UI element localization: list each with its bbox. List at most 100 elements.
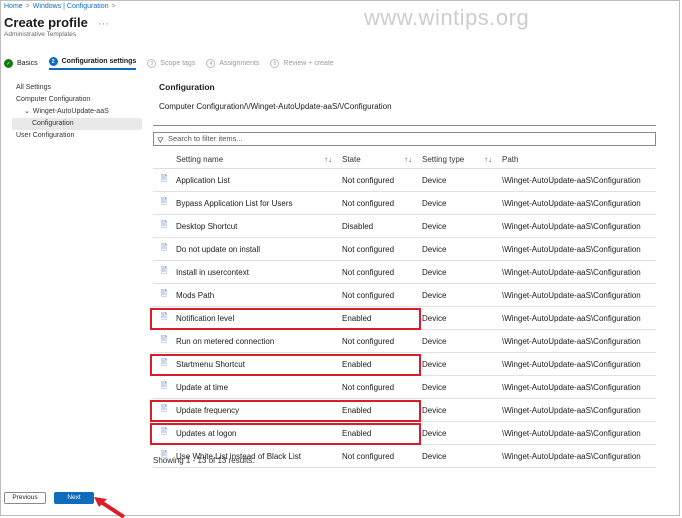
setting-name[interactable]: Application List (175, 168, 341, 192)
setting-type: Device (421, 237, 501, 261)
setting-state: Not configured (341, 283, 421, 307)
highlight-box (150, 307, 421, 330)
setting-path: \Winget-AutoUpdate-aaS\Configuration (501, 398, 656, 422)
setting-state: Disabled (341, 214, 421, 238)
pointer-arrow-icon (94, 497, 126, 518)
column-setting-type[interactable]: Setting type ↑↓ (421, 150, 501, 169)
setting-state: Not configured (341, 329, 421, 353)
highlight-box (150, 353, 421, 376)
setting-state: Not configured (341, 237, 421, 261)
sort-icon[interactable]: ↑↓ (484, 155, 492, 164)
section-title: Configuration (159, 82, 215, 92)
highlight-box (150, 399, 421, 422)
document-icon: 🖹 (153, 283, 175, 307)
sort-icon[interactable]: ↑↓ (404, 155, 412, 164)
document-icon: 🖹 (153, 375, 175, 399)
step-label: Configuration settings (61, 58, 137, 65)
table-row[interactable]: 🖹 Do not update on install Not configured D… (153, 237, 656, 261)
more-options-icon[interactable]: ··· (98, 18, 109, 30)
setting-type: Device (421, 191, 501, 215)
setting-name[interactable]: Mods Path (175, 283, 341, 307)
table-row[interactable]: 🖹 Run on metered connection Not configured… (153, 329, 656, 353)
table-row[interactable]: 🖹 Application List Not configured Device \Wi… (153, 168, 656, 192)
setting-name[interactable]: Update at time (175, 375, 341, 399)
setting-name[interactable]: Run on metered connection (175, 329, 341, 353)
watermark: www.wintips.org (364, 5, 530, 30)
setting-state: Not configured (341, 260, 421, 284)
breadcrumb: Home > Windows | Configuration > (4, 3, 116, 10)
document-icon: 🖹 (153, 191, 175, 215)
previous-button[interactable]: Previous (4, 492, 46, 504)
setting-path: \Winget-AutoUpdate-aaS\Configuration (501, 214, 656, 238)
wizard-step-basics[interactable]: ✓ Basics (4, 59, 38, 68)
divider (153, 125, 656, 126)
setting-state: Not configured (341, 375, 421, 399)
table-row[interactable]: 🖹 Bypass Application List for Users Not co… (153, 191, 656, 215)
column-path: Path (501, 150, 656, 169)
section-path: Computer Configuration/\/Winget-AutoUpda… (159, 102, 392, 111)
highlight-box (150, 422, 421, 445)
table-row[interactable]: 🖹 Update at time Not configured Device \Wing… (153, 375, 656, 399)
page-subtitle: Administrative Templates (4, 31, 77, 38)
page-title: Create profile ··· (4, 15, 109, 30)
results-count: Showing 1 - 13 of 13 results. (153, 456, 255, 465)
column-setting-name[interactable]: Setting name ↑↓ (175, 150, 341, 169)
document-icon: 🖹 (153, 214, 175, 238)
setting-name[interactable]: Install in usercontext (175, 260, 341, 284)
filter-placeholder: Search to filter items... (168, 134, 243, 143)
setting-path: \Winget-AutoUpdate-aaS\Configuration (501, 329, 656, 353)
document-icon: 🖹 (153, 237, 175, 261)
tree-node[interactable]: Configuration (12, 118, 142, 130)
collapse-icon[interactable]: ⌄ (24, 108, 30, 115)
step-number-icon: 5 (270, 59, 280, 68)
table-row[interactable]: 🖹 Desktop Shortcut Disabled Device \Winget-A… (153, 214, 656, 238)
setting-name[interactable]: Do not update on install (175, 237, 341, 261)
table-row[interactable]: 🖹 Install in usercontext Not configured Dev… (153, 260, 656, 284)
wizard-step-assignments[interactable]: 4 Assignments (206, 59, 259, 68)
tree-node[interactable]: User Configuration (12, 130, 142, 142)
setting-name[interactable]: Bypass Application List for Users (175, 191, 341, 215)
setting-state: Not configured (341, 191, 421, 215)
setting-path: \Winget-AutoUpdate-aaS\Configuration (501, 237, 656, 261)
wizard-steps: ✓ Basics 2 Configuration settings 3 Scope tag… (4, 57, 345, 70)
step-number-icon: 4 (206, 59, 216, 68)
step-number-icon: 3 (147, 59, 157, 68)
settings-tree: All Settings Computer Configuration ⌄ Winge… (12, 82, 142, 142)
setting-type: Device (421, 260, 501, 284)
setting-type: Device (421, 375, 501, 399)
breadcrumb-home[interactable]: Home (4, 3, 23, 10)
setting-type: Device (421, 398, 501, 422)
setting-path: \Winget-AutoUpdate-aaS\Configuration (501, 421, 656, 445)
setting-path: \Winget-AutoUpdate-aaS\Configuration (501, 191, 656, 215)
filter-icon: ⛛ (157, 136, 164, 145)
setting-path: \Winget-AutoUpdate-aaS\Configuration (501, 444, 656, 468)
breadcrumb-windows-configuration[interactable]: Windows | Configuration (33, 3, 109, 10)
tree-node[interactable]: All Settings (12, 82, 142, 94)
setting-type: Device (421, 329, 501, 353)
tree-node[interactable]: ⌄ Winget-AutoUpdate-aaS (12, 106, 142, 118)
next-button[interactable]: Next (54, 492, 94, 504)
setting-type: Device (421, 444, 501, 468)
wizard-step-scope-tags[interactable]: 3 Scope tags (147, 59, 195, 68)
setting-path: \Winget-AutoUpdate-aaS\Configuration (501, 260, 656, 284)
table-row[interactable]: 🖹 Mods Path Not configured Device \Winget-Au… (153, 283, 656, 307)
setting-type: Device (421, 352, 501, 376)
wizard-step-review-create[interactable]: 5 Review + create (270, 59, 334, 68)
step-label: Review + create (283, 60, 334, 67)
setting-path: \Winget-AutoUpdate-aaS\Configuration (501, 283, 656, 307)
tree-node[interactable]: Computer Configuration (12, 94, 142, 106)
setting-path: \Winget-AutoUpdate-aaS\Configuration (501, 168, 656, 192)
setting-path: \Winget-AutoUpdate-aaS\Configuration (501, 306, 656, 330)
document-icon: 🖹 (153, 329, 175, 353)
step-number-icon: 2 (48, 57, 58, 66)
document-icon: 🖹 (153, 260, 175, 284)
sort-icon[interactable]: ↑↓ (324, 155, 332, 164)
table-header: Setting name ↑↓ State ↑↓ Setting type ↑↓ Pa… (153, 150, 656, 169)
setting-path: \Winget-AutoUpdate-aaS\Configuration (501, 375, 656, 399)
setting-type: Device (421, 421, 501, 445)
filter-input[interactable]: ⛛ Search to filter items... (153, 132, 656, 146)
document-icon: 🖹 (153, 168, 175, 192)
setting-name[interactable]: Desktop Shortcut (175, 214, 341, 238)
column-state[interactable]: State ↑↓ (341, 150, 421, 169)
wizard-step-configuration-settings[interactable]: 2 Configuration settings (48, 57, 137, 70)
